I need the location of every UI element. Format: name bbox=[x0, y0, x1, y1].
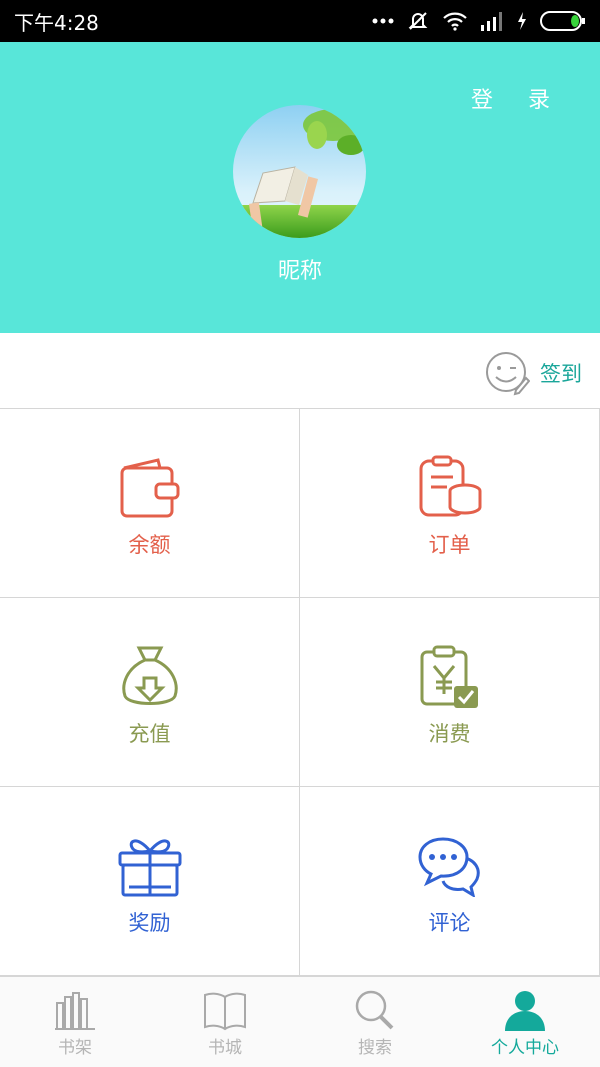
gift-icon bbox=[118, 839, 181, 897]
order-coins-icon bbox=[419, 455, 481, 517]
signin-row: 签到 bbox=[0, 333, 600, 409]
wallet-icon bbox=[120, 458, 179, 518]
tab-label: 搜索 bbox=[358, 1038, 392, 1058]
tab-label: 个人中心 bbox=[491, 1038, 559, 1058]
profile-header: 登 录 昵称 bbox=[0, 42, 600, 333]
person-icon bbox=[505, 991, 545, 1031]
signal-icon bbox=[481, 12, 502, 31]
grid-item-balance[interactable]: 余额 bbox=[0, 409, 300, 598]
grid-item-label: 订单 bbox=[428, 533, 471, 557]
tab-label: 书架 bbox=[58, 1038, 92, 1058]
wifi-icon bbox=[443, 12, 467, 31]
grid-item-rewards[interactable]: 奖励 bbox=[0, 787, 300, 976]
nickname[interactable]: 昵称 bbox=[0, 253, 600, 285]
tab-bookshelf[interactable]: 书架 bbox=[0, 977, 150, 1067]
bottom-tab-bar: 书架 书城 搜索 个人中心 bbox=[0, 976, 600, 1067]
avatar[interactable] bbox=[233, 105, 366, 238]
tab-bookstore[interactable]: 书城 bbox=[150, 977, 300, 1067]
tab-profile[interactable]: 个人中心 bbox=[450, 977, 600, 1067]
tab-label: 书城 bbox=[208, 1038, 242, 1058]
open-book-icon bbox=[204, 992, 246, 1031]
bookshelf-icon bbox=[55, 992, 95, 1030]
tab-search[interactable]: 搜索 bbox=[300, 977, 450, 1067]
smiley-sign-icon bbox=[486, 352, 530, 396]
charging-icon bbox=[518, 12, 526, 30]
mute-icon bbox=[408, 12, 428, 30]
battery-icon bbox=[540, 11, 585, 31]
consumption-clipboard-icon bbox=[420, 645, 478, 708]
grid-item-label: 奖励 bbox=[128, 911, 171, 935]
signin-label: 签到 bbox=[540, 362, 582, 386]
status-time: 下午4:28 bbox=[14, 10, 99, 35]
grid-item-label: 余额 bbox=[128, 533, 171, 557]
status-icons bbox=[372, 9, 586, 33]
chat-bubbles-icon bbox=[417, 837, 480, 897]
login-button[interactable]: 登 录 bbox=[471, 82, 564, 114]
grid-item-recharge[interactable]: 充值 bbox=[0, 598, 300, 787]
grid-item-label: 评论 bbox=[428, 911, 471, 935]
grid-item-label: 消费 bbox=[428, 722, 471, 746]
status-bar: 下午4:28 bbox=[0, 0, 600, 42]
avatar-image bbox=[233, 105, 366, 238]
money-bag-icon bbox=[121, 646, 178, 705]
signin-button[interactable]: 签到 bbox=[484, 350, 582, 396]
search-icon bbox=[355, 990, 394, 1030]
grid-item-consumption[interactable]: 消费 bbox=[300, 598, 600, 787]
more-dots-icon bbox=[372, 18, 394, 24]
grid-item-comments[interactable]: 评论 bbox=[300, 787, 600, 976]
grid-item-label: 充值 bbox=[128, 722, 171, 746]
grid-item-orders[interactable]: 订单 bbox=[300, 409, 600, 598]
